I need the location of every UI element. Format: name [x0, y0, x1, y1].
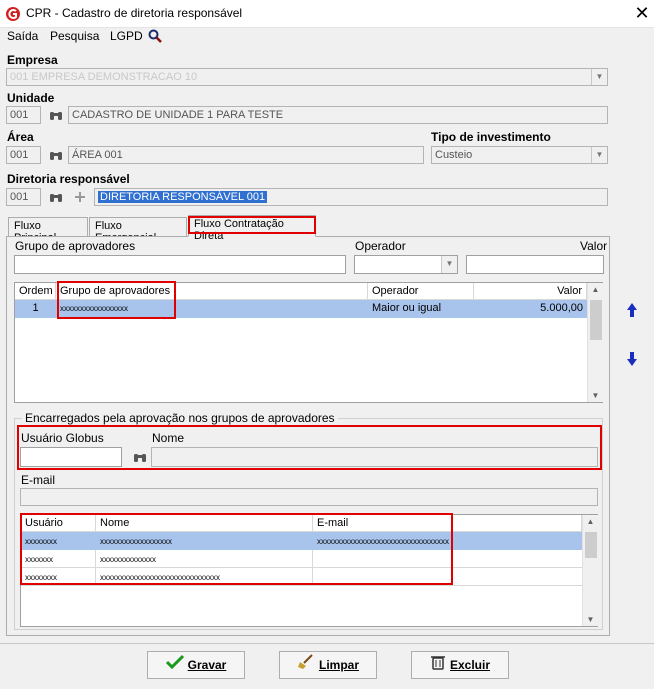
area-label: Área: [7, 130, 34, 144]
unidade-name-field: CADASTRO DE UNIDADE 1 PARA TESTE: [68, 106, 608, 124]
close-icon[interactable]: ✕: [632, 3, 652, 23]
highlight-box-encarregados-grid: [20, 513, 453, 585]
title-bar: CPR - Cadastro de diretoria responsável …: [0, 0, 654, 28]
grupo-filter-input[interactable]: [14, 255, 346, 274]
grid1-header-ordem[interactable]: Ordem: [15, 283, 56, 300]
grid1-cell-valor: 5.000,00: [540, 302, 583, 314]
diretoria-code-field[interactable]: 001: [6, 188, 41, 206]
menu-lgpd[interactable]: LGPD: [110, 29, 143, 43]
move-down-icon[interactable]: [626, 351, 638, 367]
app-logo-icon: [5, 6, 21, 22]
scroll-down-icon[interactable]: ▼: [588, 391, 603, 400]
email-label: E-mail: [21, 473, 56, 487]
area-name-field: ÁREA 001: [68, 146, 424, 164]
move-up-icon[interactable]: [626, 302, 638, 318]
diretoria-name-value: DIRETORIA RESPONSÁVEL 001: [98, 191, 268, 203]
highlight-box-usuario: [17, 425, 602, 470]
binoculars-icon[interactable]: [49, 109, 63, 121]
grid1-scrollbar[interactable]: ▲ ▼: [587, 283, 603, 402]
email-field: [20, 488, 598, 506]
limpar-button[interactable]: Limpar: [279, 651, 377, 679]
grid1-header-valor[interactable]: Valor: [474, 283, 587, 300]
empresa-value: 001 EMPRESA DEMONSTRACAO 10: [10, 71, 198, 83]
gravar-label: Gravar: [187, 658, 227, 672]
add-icon[interactable]: [74, 191, 86, 203]
grupo-filter-label: Grupo de aprovadores: [15, 239, 136, 253]
empresa-label: Empresa: [7, 53, 58, 67]
search-icon[interactable]: [148, 29, 162, 43]
tipo-investimento-label: Tipo de investimento: [431, 130, 551, 144]
encarregados-legend: Encarregados pela aprovação nos grupos d…: [22, 411, 338, 425]
tab-fluxo-emergencial[interactable]: Fluxo Emergencial: [89, 217, 187, 244]
grid2-scrollbar[interactable]: ▲ ▼: [582, 515, 598, 626]
operador-filter-label: Operador: [355, 239, 406, 253]
grid1-cell-ordem: 1: [32, 302, 39, 314]
highlight-box-tab: [188, 216, 316, 234]
scroll-up-icon[interactable]: ▲: [583, 517, 598, 526]
chevron-down-icon[interactable]: ▼: [441, 256, 457, 273]
window-title: CPR - Cadastro de diretoria responsável: [26, 6, 243, 20]
highlight-box-grupo: [57, 281, 176, 319]
gravar-button[interactable]: Gravar: [147, 651, 245, 679]
grid1-header-operador[interactable]: Operador: [368, 283, 474, 300]
chevron-down-icon[interactable]: ▼: [591, 69, 607, 85]
excluir-button[interactable]: Excluir: [411, 651, 509, 679]
tipo-investimento-value: Custeio: [435, 149, 473, 161]
scroll-thumb[interactable]: [585, 532, 597, 558]
menu-pesquisa[interactable]: Pesquisa: [50, 29, 99, 43]
valor-filter-input[interactable]: [466, 255, 604, 274]
unidade-label: Unidade: [7, 91, 55, 105]
grid1-cell-operador: Maior ou igual: [372, 302, 442, 314]
empresa-select[interactable]: 001 EMPRESA DEMONSTRACAO 10 ▼: [6, 68, 608, 86]
check-icon: [165, 653, 184, 679]
scroll-down-icon[interactable]: ▼: [583, 615, 598, 624]
unidade-code-field[interactable]: 001: [6, 106, 41, 124]
diretoria-name-field: DIRETORIA RESPONSÁVEL 001: [94, 188, 608, 206]
scroll-up-icon[interactable]: ▲: [588, 285, 603, 294]
footer-divider: [0, 643, 654, 644]
trash-icon: [430, 653, 446, 679]
tipo-investimento-select[interactable]: Custeio ▼: [431, 146, 608, 164]
chevron-down-icon[interactable]: ▼: [591, 147, 607, 163]
menu-saida[interactable]: Saída: [7, 29, 38, 43]
limpar-label: Limpar: [318, 658, 359, 672]
area-code-field[interactable]: 001: [6, 146, 41, 164]
scroll-thumb[interactable]: [590, 300, 602, 340]
operador-filter-select[interactable]: ▼: [354, 255, 458, 274]
binoculars-icon[interactable]: [49, 191, 63, 203]
excluir-label: Excluir: [449, 658, 491, 672]
broom-icon: [297, 653, 315, 679]
diretoria-label: Diretoria responsável: [7, 172, 130, 186]
binoculars-icon[interactable]: [49, 149, 63, 161]
valor-filter-label: Valor: [580, 239, 608, 253]
tab-fluxo-principal[interactable]: Fluxo Principal: [8, 217, 88, 244]
